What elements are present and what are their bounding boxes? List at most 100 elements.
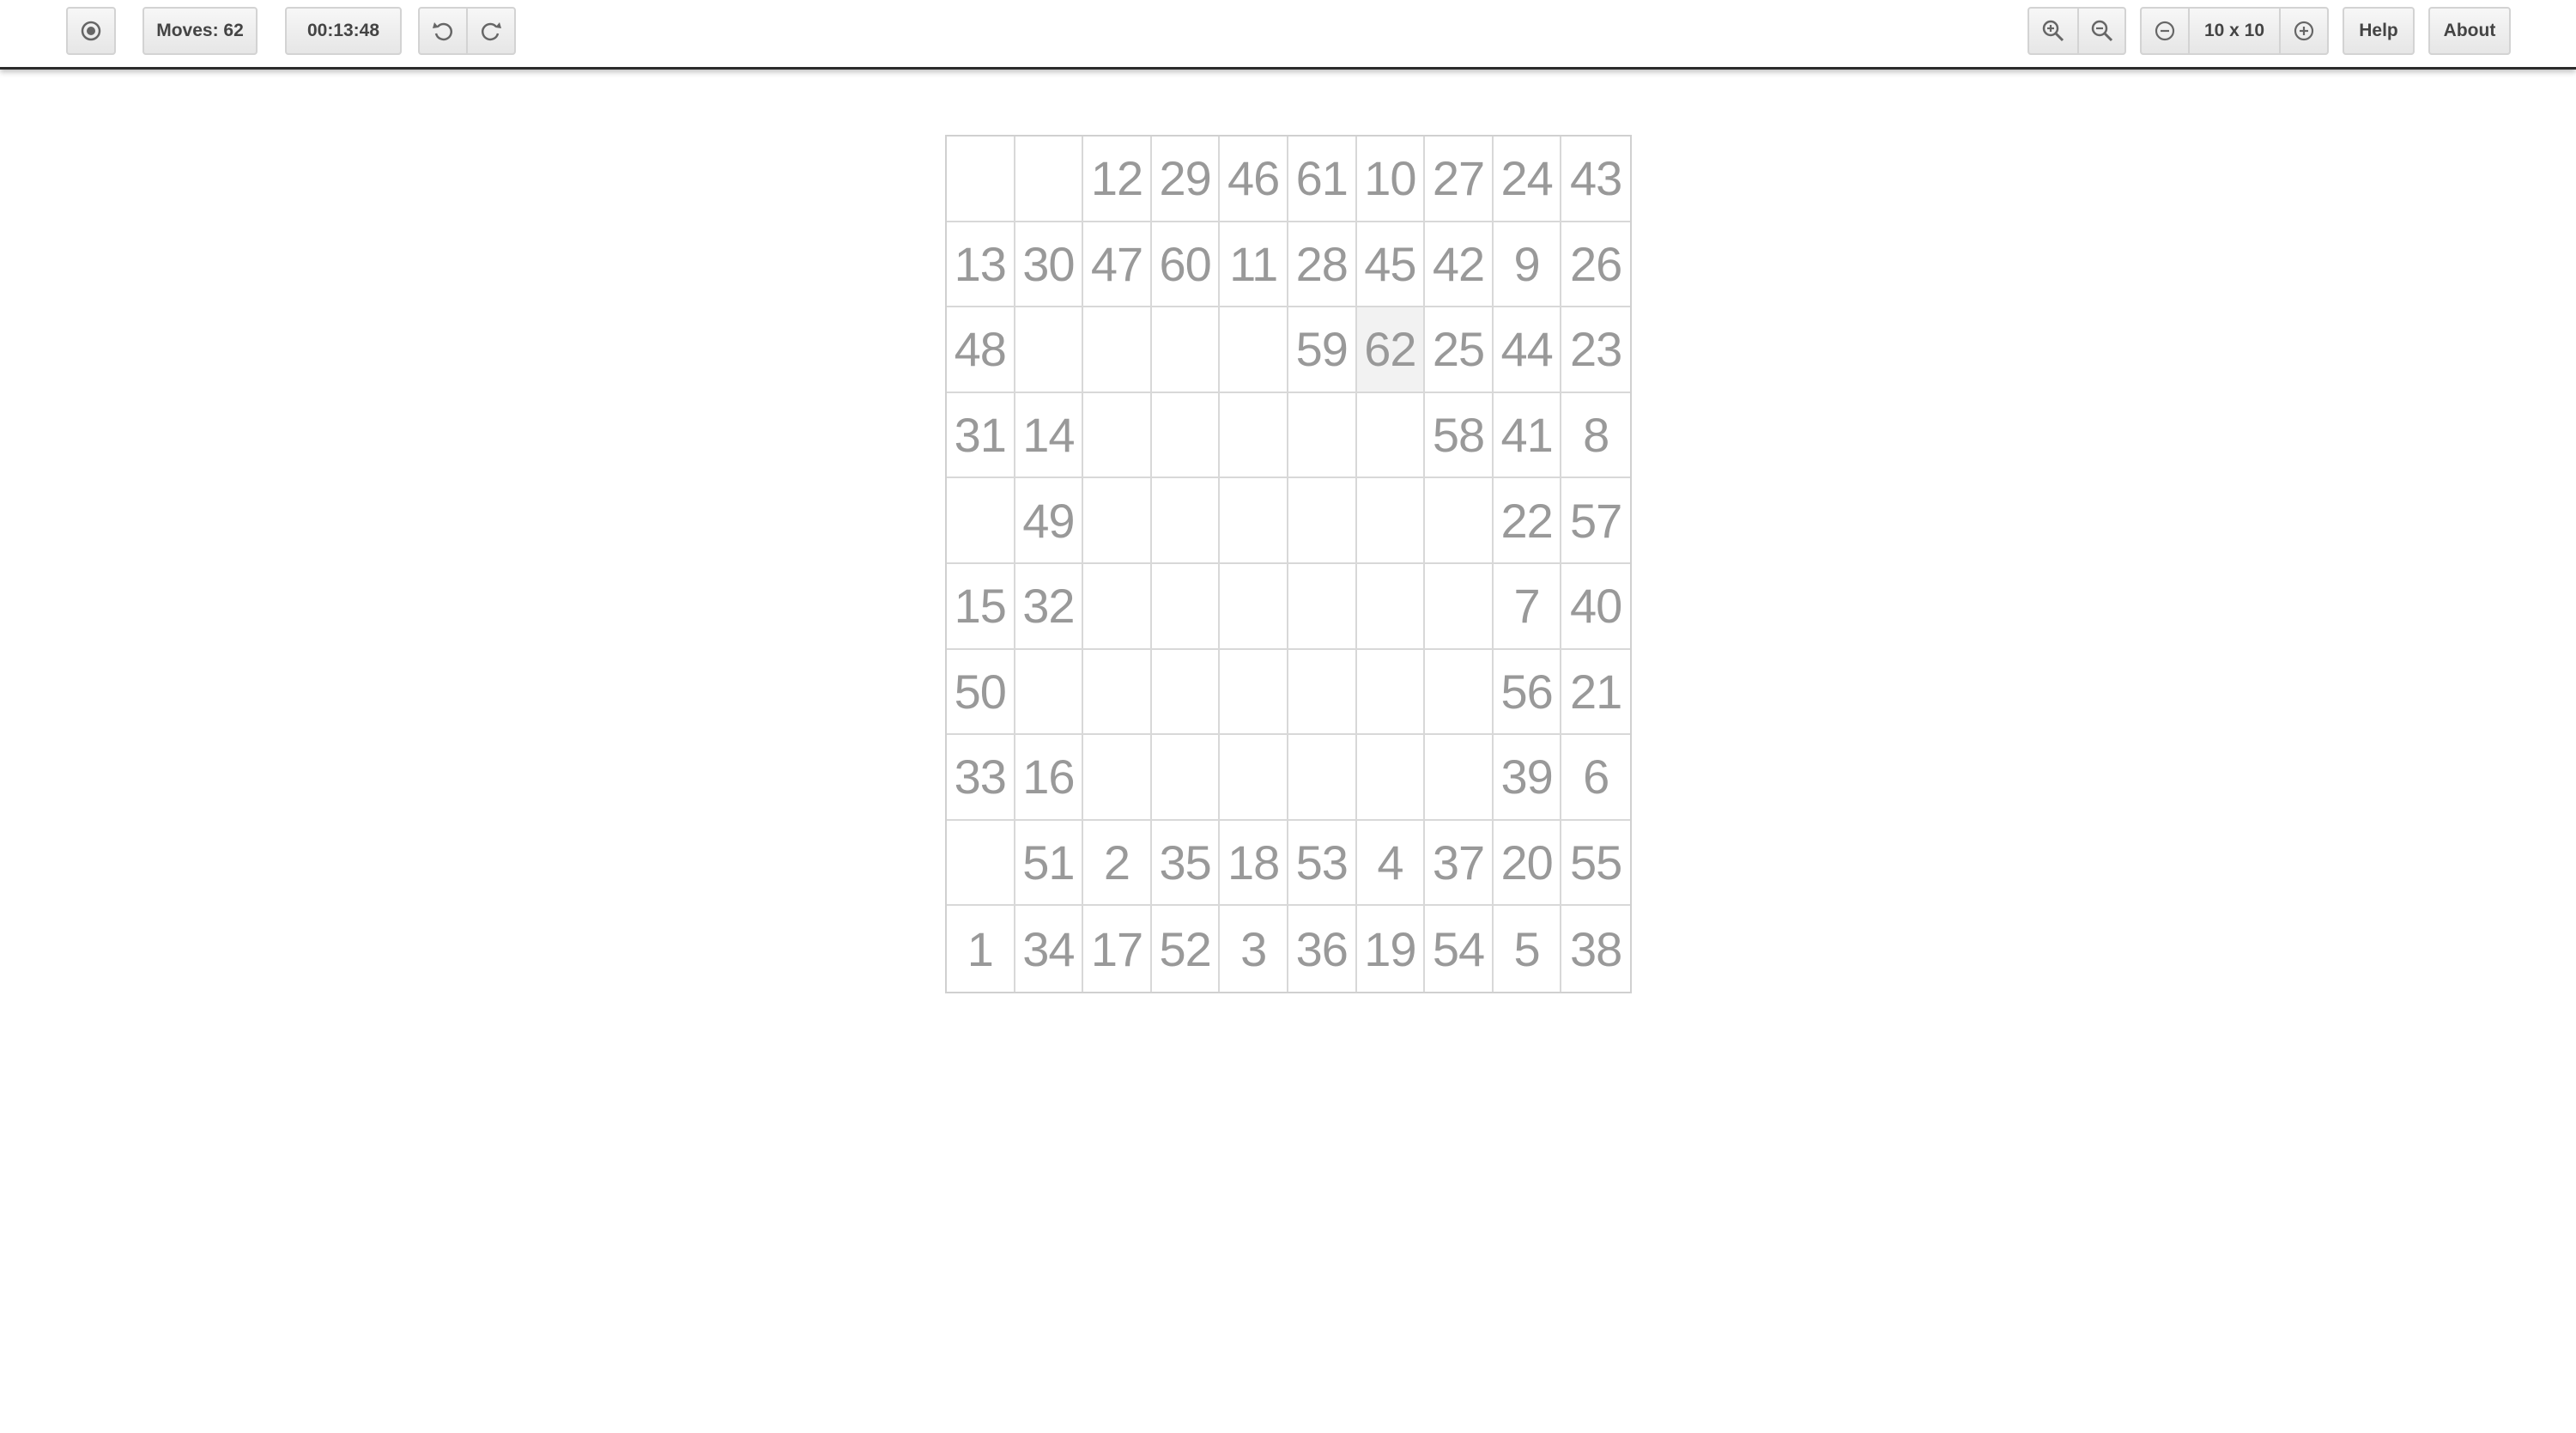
board-cell[interactable]: 44 (1493, 307, 1562, 393)
board-cell[interactable]: 1 (947, 906, 1015, 992)
board-cell[interactable]: 28 (1288, 222, 1357, 308)
board-cell[interactable]: 47 (1083, 222, 1152, 308)
board-cell[interactable]: 17 (1083, 906, 1152, 992)
board-cell[interactable] (1288, 735, 1357, 821)
board-cell[interactable]: 22 (1493, 478, 1562, 564)
board-cell[interactable]: 54 (1425, 906, 1494, 992)
board-cell[interactable] (1151, 563, 1221, 650)
board-cell[interactable]: 57 (1561, 478, 1630, 564)
undo-button[interactable] (418, 7, 468, 55)
board-cell[interactable]: 61 (1288, 137, 1357, 222)
board-cell[interactable]: 19 (1357, 906, 1426, 992)
board-cell[interactable]: 51 (1015, 820, 1084, 907)
board-cell[interactable]: 49 (1015, 478, 1084, 564)
board-cell[interactable] (1220, 307, 1288, 393)
menu-button[interactable] (66, 7, 116, 55)
board-cell[interactable]: 25 (1425, 307, 1494, 393)
increase-size-button[interactable] (2279, 7, 2329, 55)
board-cell[interactable] (1151, 478, 1221, 564)
board-cell[interactable]: 53 (1288, 820, 1357, 907)
board-cell[interactable]: 20 (1493, 820, 1562, 907)
board-cell[interactable]: 59 (1288, 307, 1357, 393)
board-cell[interactable] (947, 478, 1015, 564)
board-cell[interactable]: 26 (1561, 222, 1630, 308)
board-cell[interactable] (1015, 137, 1084, 222)
board-cell[interactable] (1288, 563, 1357, 650)
board-cell[interactable]: 46 (1220, 137, 1288, 222)
board-cell[interactable]: 6 (1561, 735, 1630, 821)
board-cell[interactable]: 60 (1151, 222, 1221, 308)
board-cell[interactable] (1356, 478, 1426, 564)
about-button[interactable]: About (2428, 7, 2511, 55)
board-cell[interactable] (1425, 649, 1494, 736)
board-cell[interactable]: 38 (1561, 906, 1630, 992)
zoom-in-button[interactable] (2027, 7, 2079, 55)
board-cell[interactable]: 58 (1425, 392, 1494, 479)
board-cell[interactable]: 52 (1152, 906, 1221, 992)
redo-button[interactable] (466, 7, 516, 55)
board-cell[interactable]: 33 (947, 735, 1015, 821)
decrease-size-button[interactable] (2140, 7, 2190, 55)
board-cell[interactable]: 34 (1015, 906, 1084, 992)
board-cell[interactable]: 50 (947, 649, 1015, 736)
board-cell[interactable]: 11 (1220, 222, 1288, 308)
board-cell[interactable] (1220, 649, 1288, 736)
board-cell[interactable]: 56 (1493, 649, 1562, 736)
board-cell[interactable] (947, 137, 1015, 222)
board-cell[interactable] (1356, 563, 1426, 650)
board-cell[interactable] (1083, 649, 1152, 736)
board-cell[interactable] (1288, 392, 1357, 479)
board-cell[interactable]: 10 (1356, 137, 1426, 222)
board-cell[interactable]: 29 (1151, 137, 1221, 222)
board-cell[interactable]: 39 (1493, 735, 1562, 821)
board-cell[interactable]: 4 (1356, 820, 1426, 907)
board-cell[interactable] (1151, 649, 1221, 736)
board-cell[interactable] (1083, 735, 1152, 821)
board-cell[interactable]: 43 (1561, 137, 1630, 222)
board-cell[interactable] (1356, 392, 1426, 479)
board-cell[interactable] (1288, 478, 1357, 564)
board-cell[interactable] (1083, 563, 1152, 650)
board-cell[interactable]: 40 (1561, 564, 1630, 650)
board-cell[interactable] (1220, 563, 1288, 650)
board-cell[interactable] (1356, 649, 1426, 736)
board-cell[interactable] (1425, 478, 1494, 564)
board-cell[interactable]: 7 (1493, 563, 1562, 650)
board-cell[interactable]: 42 (1425, 222, 1494, 308)
board-cell[interactable]: 55 (1561, 821, 1630, 907)
board-cell[interactable] (1220, 478, 1288, 564)
board-cell[interactable] (1015, 307, 1084, 393)
zoom-out-button[interactable] (2077, 7, 2126, 55)
board-cell[interactable]: 48 (947, 307, 1015, 393)
board-cell[interactable]: 30 (1015, 222, 1084, 308)
help-button[interactable]: Help (2343, 7, 2415, 55)
board-cell[interactable] (1151, 392, 1221, 479)
board-cell[interactable]: 2 (1083, 820, 1152, 907)
board-cell[interactable]: 21 (1561, 650, 1630, 736)
board-cell[interactable] (1288, 649, 1357, 736)
board-cell[interactable] (1083, 478, 1152, 564)
board-cell[interactable]: 62 (1356, 307, 1426, 393)
board-cell[interactable]: 13 (947, 222, 1015, 308)
board-cell[interactable]: 45 (1356, 222, 1426, 308)
board-cell[interactable] (1151, 307, 1221, 393)
board-cell[interactable] (1425, 563, 1494, 650)
board-cell[interactable]: 31 (947, 392, 1015, 479)
board-cell[interactable] (1151, 735, 1221, 821)
board-cell[interactable]: 14 (1015, 392, 1084, 479)
board-cell[interactable]: 16 (1015, 735, 1084, 821)
board-cell[interactable] (1220, 392, 1288, 479)
board-cell[interactable]: 5 (1494, 906, 1562, 992)
board-cell[interactable] (947, 820, 1015, 907)
board-cell[interactable]: 9 (1493, 222, 1562, 308)
board-cell[interactable]: 23 (1561, 307, 1630, 393)
board-cell[interactable] (1356, 735, 1426, 821)
board-cell[interactable] (1425, 735, 1494, 821)
board-cell[interactable]: 15 (947, 563, 1015, 650)
board-cell[interactable]: 27 (1425, 137, 1494, 222)
board-cell[interactable] (1083, 392, 1152, 479)
board-cell[interactable]: 12 (1083, 137, 1152, 222)
board-cell[interactable]: 24 (1493, 137, 1562, 222)
board-cell[interactable]: 8 (1561, 393, 1630, 479)
board-cell[interactable] (1220, 735, 1288, 821)
